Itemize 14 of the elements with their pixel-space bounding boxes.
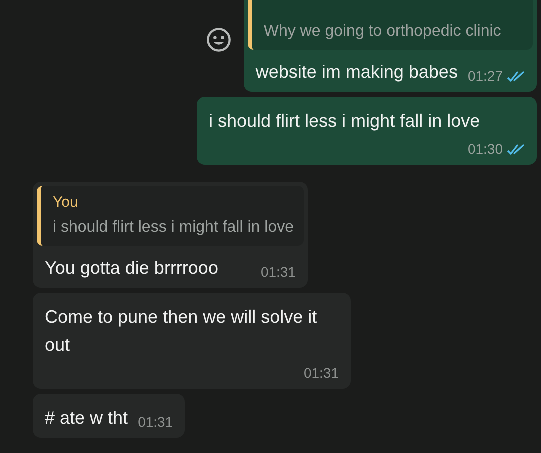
message-text: website im making babes — [256, 61, 458, 84]
message-time: 01:31 — [304, 364, 339, 383]
quote-author: You — [53, 194, 80, 211]
message-time: 01:31 — [138, 413, 174, 432]
message-text: i should flirt less i might fall in love — [209, 110, 480, 133]
message-text: Come to pune then we will solve it out — [45, 306, 318, 357]
quote-text: i should flirt less i might fall in love — [53, 219, 294, 237]
message-text: # ate w tht — [45, 407, 128, 430]
smiley-icon[interactable] — [206, 27, 232, 53]
message-text: You gotta die brrrrooo — [45, 257, 218, 280]
quote-text: Why we going to orthopedic clinic — [264, 23, 502, 41]
message-time: 01:30 — [468, 140, 503, 159]
message-time: 01:31 — [260, 263, 296, 282]
message-time: 01:27 — [468, 67, 503, 86]
